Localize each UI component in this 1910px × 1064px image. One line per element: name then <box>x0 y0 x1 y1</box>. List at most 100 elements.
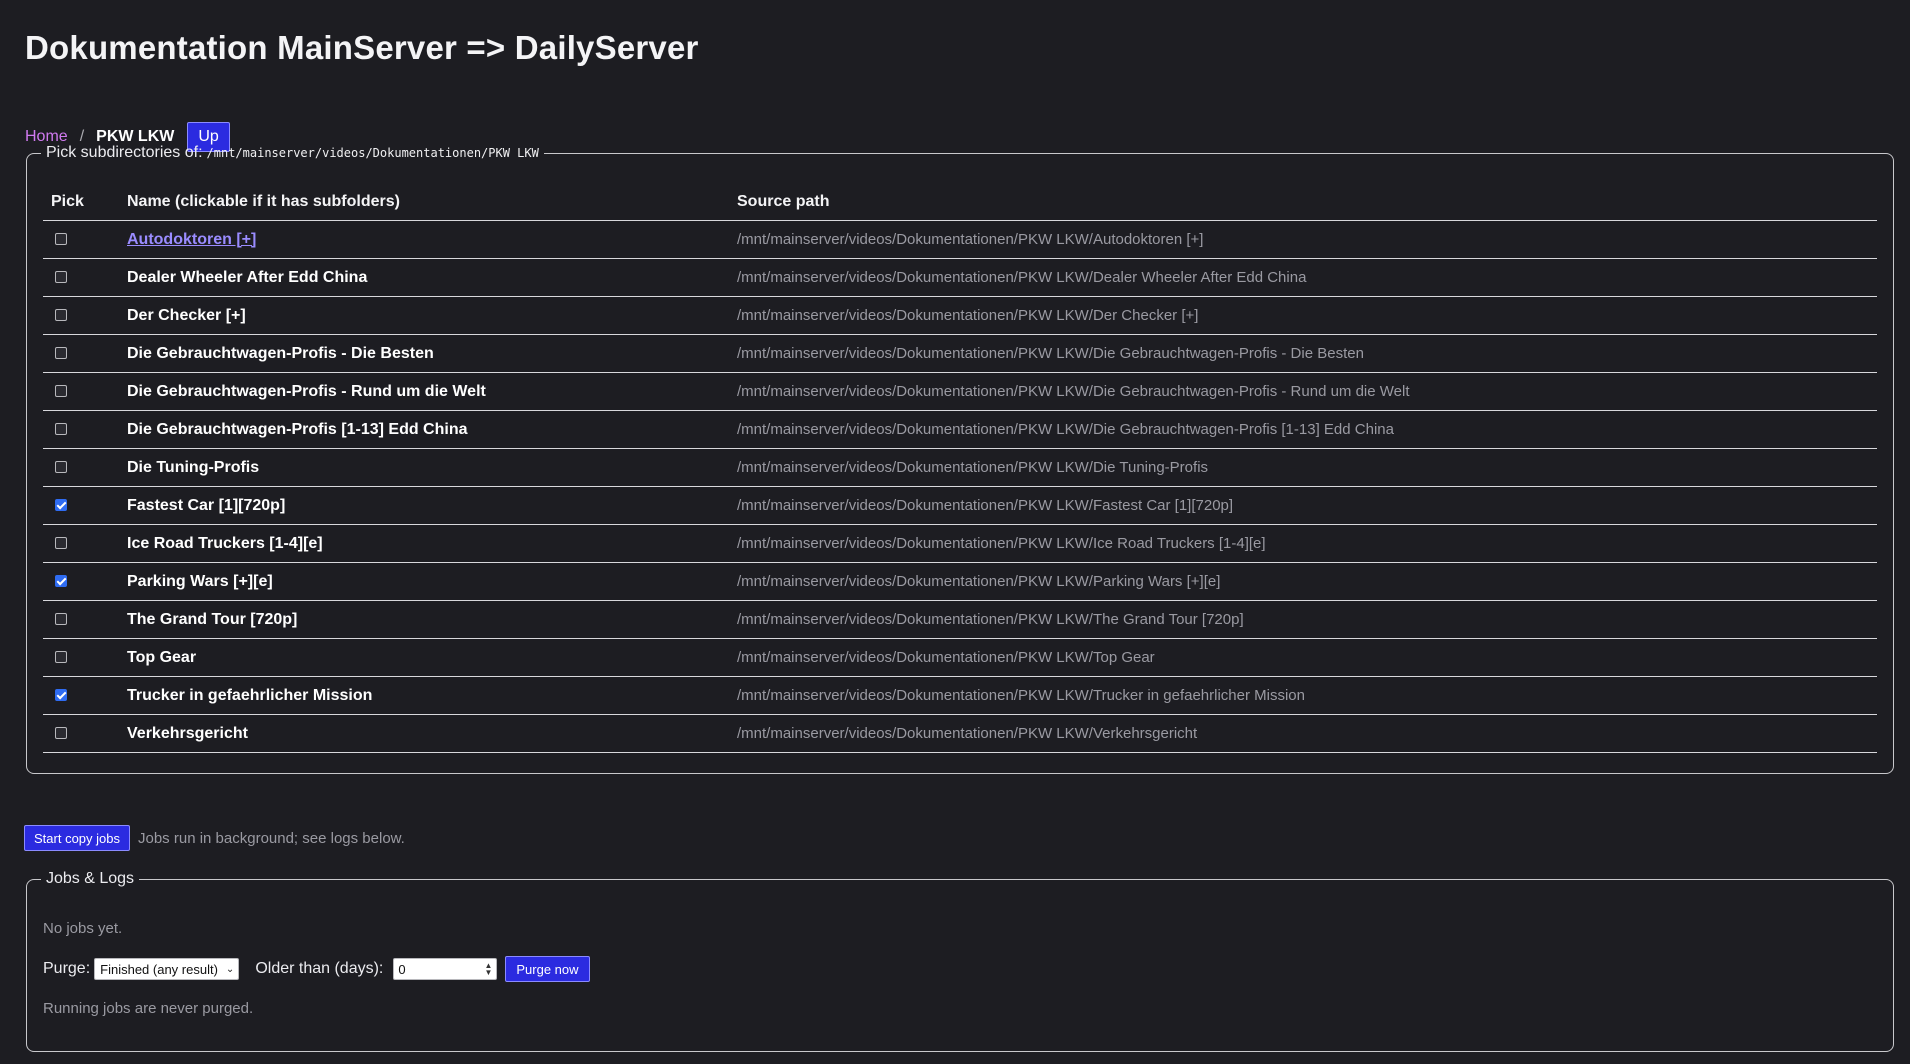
name-cell: Parking Wars [+][e] <box>119 562 729 601</box>
picker-legend-label: Pick subdirectories of: <box>46 144 203 161</box>
pick-checkbox[interactable] <box>55 613 67 626</box>
folder-name: Die Tuning-Profis <box>127 458 260 476</box>
table-body: Autodoktoren [+] /mnt/mainserver/videos/D… <box>43 220 1877 753</box>
name-cell: Die Gebrauchtwagen-Profis - Rund um die … <box>119 372 729 411</box>
pick-checkbox[interactable] <box>55 271 67 284</box>
picker-legend: Pick subdirectories of:/mnt/mainserver/v… <box>41 144 544 162</box>
source-path-cell: /mnt/mainserver/videos/Dokumentationen/P… <box>729 410 1877 449</box>
name-cell: Die Gebrauchtwagen-Profis - Die Besten <box>119 334 729 373</box>
folder-name: Dealer Wheeler After Edd China <box>127 268 368 286</box>
purge-now-button[interactable]: Purge now <box>505 956 590 982</box>
name-cell: Dealer Wheeler After Edd China <box>119 258 729 297</box>
pick-cell <box>43 372 119 411</box>
source-path-cell: /mnt/mainserver/videos/Dokumentationen/P… <box>729 600 1877 639</box>
subdirectory-table: Pick Name (clickable if it has subfolder… <box>43 184 1877 753</box>
table-row: The Grand Tour [720p] /mnt/mainserver/vid… <box>43 600 1877 639</box>
folder-name: Die Gebrauchtwagen-Profis [1-13] Edd Chi… <box>127 420 468 438</box>
table-row: Die Gebrauchtwagen-Profis - Die Besten/m… <box>43 334 1877 373</box>
table-row: Ice Road Truckers [1-4][e] /mnt/mainserve… <box>43 524 1877 563</box>
source-path-cell: /mnt/mainserver/videos/Dokumentationen/P… <box>729 714 1877 753</box>
subfolder-link[interactable]: Autodoktoren [+] <box>127 231 256 248</box>
pick-cell <box>43 486 119 525</box>
pick-checkbox[interactable] <box>55 575 67 588</box>
pick-checkbox[interactable] <box>55 461 67 474</box>
page-title: Dokumentation MainServer => DailyServer <box>25 29 699 66</box>
pick-cell <box>43 638 119 677</box>
purge-controls: Purge: Finished (any result) ⌄ Older tha… <box>43 956 1877 982</box>
table-row: Die Gebrauchtwagen-Profis - Rund um die … <box>43 372 1877 411</box>
name-cell: Verkehrsgericht <box>119 714 729 753</box>
pick-cell <box>43 600 119 639</box>
spinner-arrows-icon[interactable]: ▲ ▼ <box>484 962 492 977</box>
purge-note: Running jobs are never purged. <box>43 1000 254 1017</box>
folder-name: Die Gebrauchtwagen-Profis - Rund um die … <box>127 382 486 400</box>
table-row: Verkehrsgericht/mnt/mainserver/videos/Do… <box>43 714 1877 753</box>
chevron-down-icon: ⌄ <box>225 963 235 975</box>
source-path-cell: /mnt/mainserver/videos/Dokumentationen/P… <box>729 258 1877 297</box>
folder-name: Fastest Car [1][720p] <box>127 496 286 514</box>
name-cell: Die Tuning-Profis <box>119 448 729 487</box>
pick-checkbox[interactable] <box>55 537 67 550</box>
pick-checkbox[interactable] <box>55 423 67 436</box>
name-cell: Trucker in gefaehrlicher Mission <box>119 676 729 715</box>
pick-cell <box>43 334 119 373</box>
purge-filter-value: Finished (any result) <box>100 961 218 977</box>
name-cell: Ice Road Truckers [1-4][e] <box>119 524 729 563</box>
pick-checkbox[interactable] <box>55 727 67 740</box>
picker-base-path: /mnt/mainserver/videos/Dokumentationen/P… <box>206 146 539 160</box>
table-row: Die Tuning-Profis/mnt/mainserver/videos/… <box>43 448 1877 487</box>
source-path-cell: /mnt/mainserver/videos/Dokumentationen/P… <box>729 676 1877 715</box>
pick-checkbox[interactable] <box>55 499 67 512</box>
table-header-row: Pick Name (clickable if it has subfolder… <box>43 184 1877 221</box>
table-row: Die Gebrauchtwagen-Profis [1-13] Edd Chi… <box>43 410 1877 449</box>
copy-hint: Jobs run in background; see logs below. <box>138 829 405 847</box>
table-row: Fastest Car [1][720p] /mnt/mainserver/vid… <box>43 486 1877 525</box>
column-header-name: Name (clickable if it has subfolders) <box>119 184 729 221</box>
column-header-source-path: Source path <box>729 184 1877 221</box>
name-cell: Autodoktoren [+] <box>119 220 729 259</box>
source-path-cell: /mnt/mainserver/videos/Dokumentationen/P… <box>729 296 1877 335</box>
pick-cell <box>43 296 119 335</box>
pick-checkbox[interactable] <box>55 689 67 702</box>
pick-checkbox[interactable] <box>55 233 67 246</box>
pick-checkbox[interactable] <box>55 347 67 360</box>
pick-cell <box>43 410 119 449</box>
name-cell: Top Gear <box>119 638 729 677</box>
subdirectory-picker: Pick subdirectories of:/mnt/mainserver/v… <box>26 144 1894 774</box>
no-jobs-text: No jobs yet. <box>43 920 123 937</box>
start-copy-jobs-button[interactable]: Start copy jobs <box>24 825 130 851</box>
older-than-days-value: 0 <box>398 961 406 977</box>
page: Dokumentation MainServer => DailyServer … <box>0 0 1910 1064</box>
source-path-cell: /mnt/mainserver/videos/Dokumentationen/P… <box>729 334 1877 373</box>
folder-name: The Grand Tour [720p] <box>127 610 298 628</box>
older-than-label: Older than (days): <box>255 960 384 977</box>
pick-cell <box>43 714 119 753</box>
pick-checkbox[interactable] <box>55 385 67 398</box>
purge-label: Purge: <box>43 960 91 977</box>
pick-cell <box>43 524 119 563</box>
source-path-cell: /mnt/mainserver/videos/Dokumentationen/P… <box>729 220 1877 259</box>
folder-name: Die Gebrauchtwagen-Profis - Die Besten <box>127 344 434 362</box>
name-cell: Der Checker [+] <box>119 296 729 335</box>
table-row: Dealer Wheeler After Edd China/mnt/mains… <box>43 258 1877 297</box>
source-path-cell: /mnt/mainserver/videos/Dokumentationen/P… <box>729 486 1877 525</box>
table-row: Autodoktoren [+] /mnt/mainserver/videos/D… <box>43 220 1877 259</box>
table-row: Der Checker [+] /mnt/mainserver/videos/Do… <box>43 296 1877 335</box>
purge-filter-select[interactable]: Finished (any result) ⌄ <box>94 958 240 980</box>
jobs-legend: Jobs & Logs <box>46 870 135 887</box>
source-path-cell: /mnt/mainserver/videos/Dokumentationen/P… <box>729 562 1877 601</box>
pick-checkbox[interactable] <box>55 309 67 322</box>
pick-checkbox[interactable] <box>55 651 67 664</box>
folder-name: Parking Wars [+][e] <box>127 572 273 590</box>
folder-name: Der Checker [+] <box>127 306 246 324</box>
pick-cell <box>43 258 119 297</box>
folder-name: Verkehrsgericht <box>127 724 248 742</box>
pick-cell <box>43 562 119 601</box>
table-row: Trucker in gefaehrlicher Mission/mnt/mai… <box>43 676 1877 715</box>
source-path-cell: /mnt/mainserver/videos/Dokumentationen/P… <box>729 448 1877 487</box>
folder-name: Trucker in gefaehrlicher Mission <box>127 686 373 704</box>
folder-name: Top Gear <box>127 648 197 666</box>
pick-cell <box>43 220 119 259</box>
older-than-days-input[interactable]: 0 ▲ ▼ <box>393 958 498 980</box>
folder-name: Ice Road Truckers [1-4][e] <box>127 534 323 552</box>
